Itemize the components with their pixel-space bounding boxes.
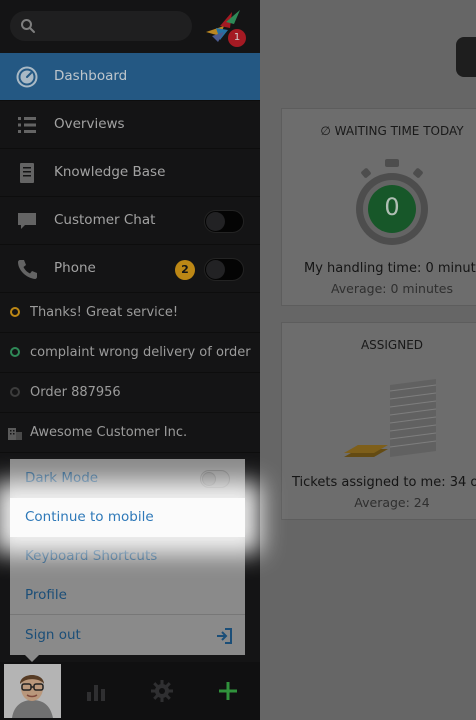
sign-out-icon xyxy=(217,628,232,644)
user-menu: Dark Mode Continue to mobile Keyboard Sh… xyxy=(10,459,245,655)
menu-profile[interactable]: Profile xyxy=(10,576,245,615)
continue-to-mobile-label: Continue to mobile xyxy=(25,509,154,525)
menu-dark-mode[interactable]: Dark Mode xyxy=(10,459,245,498)
sign-out-label: Sign out xyxy=(25,627,81,643)
profile-label: Profile xyxy=(25,587,67,603)
menu-keyboard-shortcuts[interactable]: Keyboard Shortcuts xyxy=(10,537,245,576)
menu-sign-out[interactable]: Sign out xyxy=(10,616,245,655)
toggle-knob xyxy=(202,472,216,486)
keyboard-shortcuts-label: Keyboard Shortcuts xyxy=(25,548,158,564)
menu-continue-to-mobile[interactable]: Continue to mobile xyxy=(10,498,245,537)
menu-pointer-arrow xyxy=(24,654,40,662)
menu-divider xyxy=(10,614,245,615)
dark-mode-toggle[interactable] xyxy=(200,470,230,488)
dark-mode-label: Dark Mode xyxy=(25,470,99,486)
